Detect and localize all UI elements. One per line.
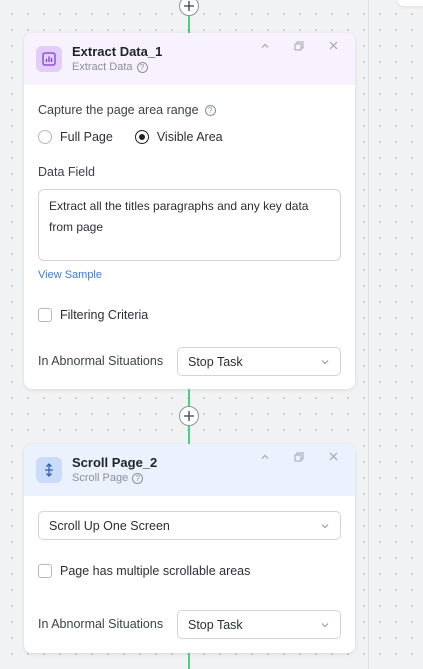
abnormal-select[interactable]: Stop Task [177,610,341,639]
add-step-button-middle[interactable] [179,406,199,426]
node-header: Extract Data_1 Extract Data ? [24,33,355,85]
checkbox-box [38,564,52,578]
abnormal-label: In Abnormal Situations [38,617,164,631]
checkbox-box [38,308,52,322]
view-sample-link[interactable]: View Sample [38,269,102,281]
chevron-up-icon [261,454,269,459]
copy-icon [294,452,304,462]
chevron-down-icon [321,523,329,528]
plus-icon [184,1,194,11]
node-body: Capture the page area range ? Full Page … [24,85,355,389]
node-title: Extract Data_1 [72,43,163,59]
close-icon [329,41,337,50]
collapse-button[interactable] [257,452,273,465]
abnormal-select-value: Stop Task [188,354,243,369]
help-icon[interactable]: ? [132,472,144,484]
multi-scroll-checkbox[interactable]: Page has multiple scrollable areas [38,564,250,578]
chevron-down-icon [321,359,329,364]
close-icon [329,452,337,461]
radio-checked [134,130,149,144]
node-subtitle: Extract Data [72,60,133,73]
scroll-vertical-icon [36,457,62,483]
bar-chart-icon [36,46,62,72]
visible-area-radio[interactable]: Visible Area [134,130,223,144]
canvas-divider [368,0,369,669]
abnormal-label: In Abnormal Situations [38,354,164,368]
node-actions [257,452,341,465]
copy-icon [294,41,304,51]
node-body: Scroll Up One Screen Page has multiple s… [24,496,355,653]
capture-label-row: Capture the page area range ? [38,103,216,117]
scroll-direction-select[interactable]: Scroll Up One Screen [38,511,341,540]
delete-button[interactable] [325,452,341,465]
duplicate-button[interactable] [291,41,307,54]
filtering-criteria-checkbox[interactable]: Filtering Criteria [38,308,148,322]
help-icon[interactable]: ? [204,104,216,116]
node-subtitle-row: Scroll Page ? [72,471,157,486]
offscreen-card [398,0,423,6]
capture-range-options: Full Page Visible Area [38,130,223,144]
abnormal-select-value: Stop Task [188,617,243,632]
chevron-up-icon [261,43,269,48]
plus-icon [184,411,194,421]
scroll-direction-value: Scroll Up One Screen [49,518,170,533]
data-field-textarea[interactable]: Extract all the titles paragraphs and an… [38,189,341,261]
add-step-button-top[interactable] [179,0,199,16]
node-title: Scroll Page_2 [72,454,158,470]
multi-scroll-label: Page has multiple scrollable areas [60,564,251,578]
capture-label: Capture the page area range [38,103,199,117]
visible-area-label: Visible Area [156,130,223,144]
node-header: Scroll Page_2 Scroll Page ? [24,444,355,496]
extract-data-node[interactable]: Extract Data_1 Extract Data ? Capture th… [24,33,355,389]
node-subtitle-row: Extract Data ? [72,60,162,75]
full-page-radio[interactable]: Full Page [38,130,113,144]
filtering-criteria-label: Filtering Criteria [60,308,149,322]
scroll-page-node[interactable]: Scroll Page_2 Scroll Page ? Scroll Up On… [24,444,355,653]
delete-button[interactable] [325,41,341,54]
duplicate-button[interactable] [291,452,307,465]
node-actions [257,41,341,54]
collapse-button[interactable] [257,41,273,54]
full-page-label: Full Page [60,130,113,144]
chevron-down-icon [321,622,329,627]
connector-line-bottom [188,653,190,669]
help-icon[interactable]: ? [136,61,148,73]
radio-unchecked [38,130,52,144]
node-subtitle: Scroll Page [72,471,129,484]
abnormal-select[interactable]: Stop Task [177,347,341,376]
data-field-label: Data Field [38,165,95,179]
